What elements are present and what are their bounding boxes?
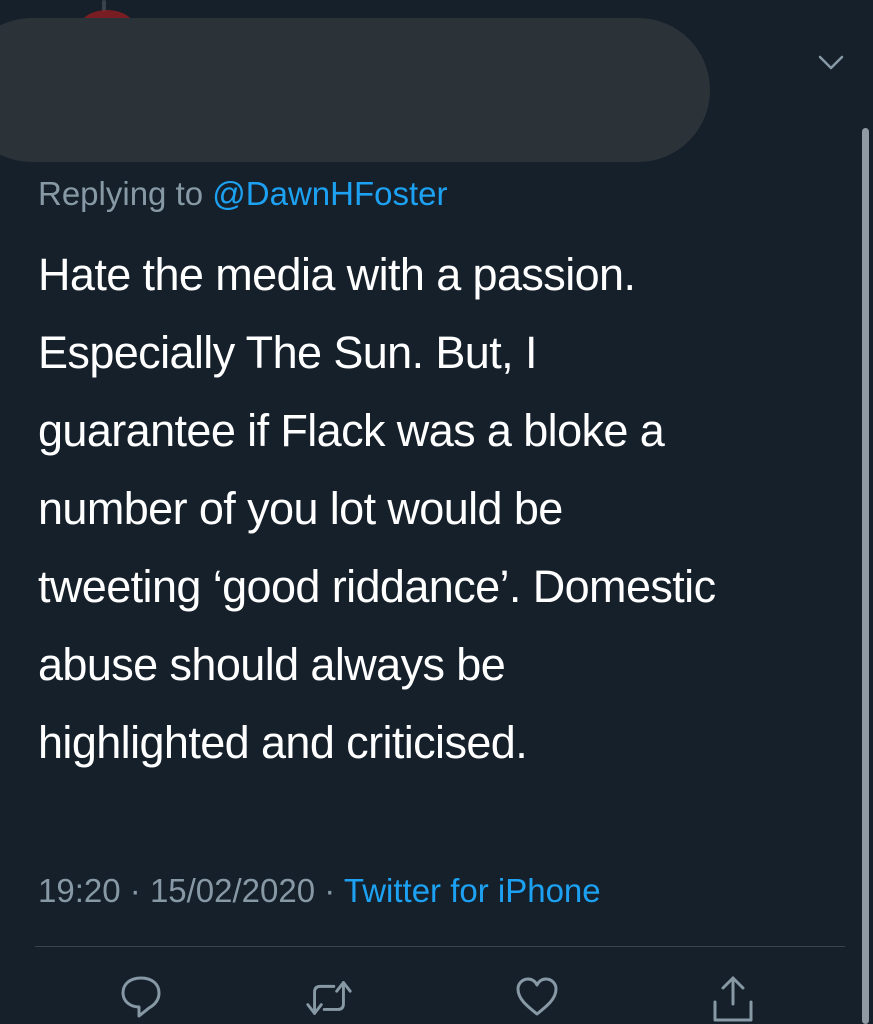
replying-to-label: Replying to — [38, 175, 204, 212]
tweet-metadata: 19:20 · 15/02/2020 · Twitter for iPhone — [38, 868, 601, 914]
divider — [35, 946, 845, 947]
tweet-detail-screen: Replying to @DawnHFoster Hate the media … — [0, 0, 873, 1024]
reply-icon — [121, 976, 161, 1018]
scrollbar[interactable] — [862, 128, 869, 1024]
share-icon — [713, 976, 753, 1022]
heart-icon — [516, 977, 558, 1016]
meta-separator: · — [129, 872, 141, 909]
chevron-down-icon[interactable] — [816, 50, 846, 74]
reply-button[interactable] — [115, 972, 167, 1024]
like-button[interactable] — [511, 972, 563, 1024]
meta-separator: · — [324, 872, 336, 909]
replying-to-line: Replying to @DawnHFoster — [38, 172, 448, 216]
tweet-source-link[interactable]: Twitter for iPhone — [344, 872, 601, 909]
tweet-action-bar — [0, 972, 873, 1024]
redacted-author-header — [0, 18, 710, 162]
share-button[interactable] — [707, 972, 759, 1024]
retweet-button[interactable] — [303, 972, 355, 1024]
tweet-time: 19:20 — [38, 872, 121, 909]
tweet-text: Hate the media with a passion. Especiall… — [38, 249, 716, 768]
replying-to-handle-link[interactable]: @DawnHFoster — [212, 175, 447, 212]
tweet-date: 15/02/2020 — [149, 872, 316, 909]
retweet-icon — [306, 981, 352, 1015]
